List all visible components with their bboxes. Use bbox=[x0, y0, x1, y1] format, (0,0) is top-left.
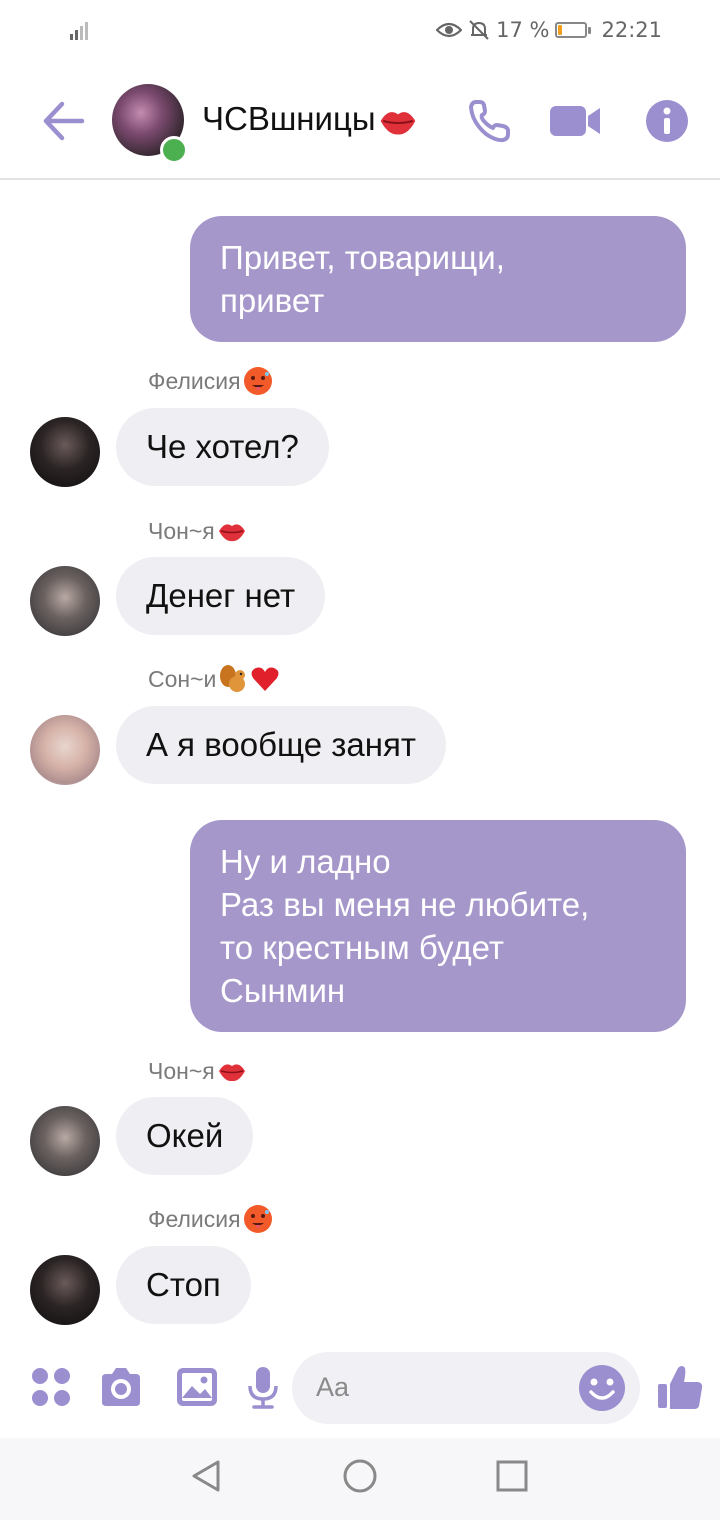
sender-name: Фелисия bbox=[148, 1204, 273, 1234]
message-line: привет bbox=[220, 282, 325, 319]
sender-name-text: Фелисия bbox=[148, 367, 241, 394]
microphone-icon[interactable] bbox=[240, 1364, 286, 1410]
like-thumb-icon[interactable] bbox=[656, 1362, 704, 1412]
system-nav-bar bbox=[0, 1438, 720, 1520]
message-composer: Aa bbox=[0, 1340, 720, 1438]
online-indicator bbox=[160, 136, 188, 164]
sender-name-text: Сон~и bbox=[148, 665, 217, 692]
avatar[interactable] bbox=[30, 566, 100, 636]
message-line: то крестным будет bbox=[220, 929, 505, 966]
battery-icon bbox=[555, 22, 592, 38]
sender-name-text: Фелисия bbox=[148, 1205, 241, 1232]
message-line: Ну и ладно bbox=[220, 843, 391, 880]
signal-icon bbox=[70, 22, 88, 40]
incoming-message[interactable]: Окей bbox=[116, 1097, 254, 1175]
battery-fill bbox=[558, 25, 563, 35]
message-line: Раз вы меня не любите, bbox=[220, 886, 590, 923]
lips-emoji-icon bbox=[218, 1064, 245, 1082]
eye-icon bbox=[436, 22, 463, 38]
sender-name: Чон~я bbox=[148, 516, 247, 546]
sender-name: Фелисия bbox=[148, 366, 273, 396]
input-placeholder: Aa bbox=[316, 1372, 350, 1402]
hot-face-emoji-icon bbox=[243, 1205, 272, 1233]
info-icon[interactable] bbox=[644, 98, 690, 144]
incoming-message[interactable]: Стоп bbox=[116, 1246, 251, 1324]
lips-emoji-icon bbox=[380, 112, 415, 135]
message-input[interactable]: Aa bbox=[292, 1352, 640, 1424]
sender-name-text: Чон~я bbox=[148, 517, 215, 544]
incoming-message[interactable]: Че хотел? bbox=[116, 408, 329, 486]
avatar[interactable] bbox=[30, 417, 100, 487]
nav-back-icon[interactable] bbox=[186, 1456, 226, 1496]
avatar[interactable] bbox=[30, 715, 100, 785]
video-call-icon[interactable] bbox=[550, 98, 602, 144]
incoming-message[interactable]: А я вообще занят bbox=[116, 706, 446, 784]
apps-grid-icon[interactable] bbox=[28, 1364, 74, 1410]
outgoing-message[interactable]: Привет, товарищи, привет bbox=[190, 216, 686, 342]
squirrel-emoji-icon bbox=[220, 665, 246, 692]
status-bar: 17 % 22:21 bbox=[0, 0, 720, 62]
chat-title[interactable]: ЧСВшницы bbox=[202, 100, 418, 141]
gallery-icon[interactable] bbox=[174, 1364, 220, 1410]
avatar[interactable] bbox=[30, 1255, 100, 1325]
incoming-message[interactable]: Денег нет bbox=[116, 557, 326, 635]
sender-name-text: Чон~я bbox=[148, 1057, 215, 1084]
message-line: Привет, товарищи, bbox=[220, 239, 505, 276]
chat-title-text: ЧСВшницы bbox=[202, 100, 376, 137]
outgoing-message[interactable]: Ну и ладно Раз вы меня не любите, то кре… bbox=[190, 820, 686, 1032]
phone-icon[interactable] bbox=[466, 98, 512, 144]
chat-header: ЧСВшницы bbox=[0, 62, 720, 180]
message-line: Сынмин bbox=[220, 972, 346, 1009]
avatar[interactable] bbox=[30, 1106, 100, 1176]
hot-face-emoji-icon bbox=[243, 367, 272, 395]
emoji-icon[interactable] bbox=[578, 1364, 626, 1412]
mute-bell-icon bbox=[469, 20, 489, 40]
camera-icon[interactable] bbox=[98, 1364, 144, 1410]
heart-emoji-icon bbox=[251, 667, 279, 691]
back-arrow-icon[interactable] bbox=[38, 96, 88, 146]
battery-percent: 17 % bbox=[496, 18, 550, 42]
nav-home-icon[interactable] bbox=[340, 1456, 380, 1496]
sender-name: Сон~и bbox=[148, 664, 280, 694]
nav-recents-icon[interactable] bbox=[492, 1456, 532, 1496]
sender-name: Чон~я bbox=[148, 1056, 247, 1086]
lips-emoji-icon bbox=[218, 524, 245, 542]
clock: 22:21 bbox=[601, 18, 662, 42]
